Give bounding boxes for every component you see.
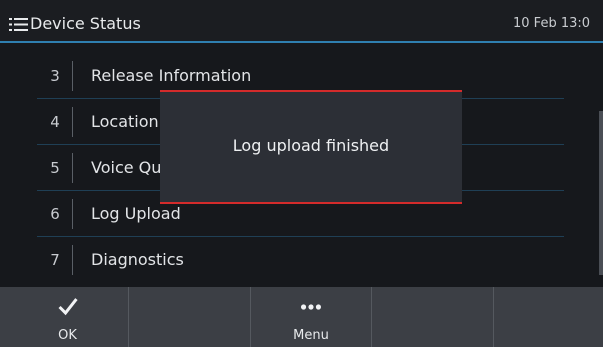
item-label: Diagnostics [91,250,184,269]
page-title: Device Status [30,14,141,33]
item-number: 7 [50,251,60,269]
item-separator [72,107,73,137]
menu-button[interactable]: Menu [251,287,372,347]
item-number: 4 [50,113,60,131]
item-number: 3 [50,67,60,85]
softkey-empty-5[interactable] [494,287,603,347]
item-separator [72,199,73,229]
item-label: Voice Qu [91,158,162,177]
softkey-label: OK [58,328,77,343]
header-bar: Device Status 10 Feb 13:0 [0,0,603,43]
item-separator [72,153,73,183]
more-dots-icon [300,304,322,310]
item-separator [72,61,73,91]
list-menu-icon[interactable] [9,17,28,32]
item-label: Location [91,112,159,131]
notification-popup: Log upload finished [160,90,462,204]
scrollbar[interactable] [599,111,603,275]
list-item-diagnostics[interactable]: 7 Diagnostics [37,237,564,283]
item-number: 6 [50,205,60,223]
checkmark-icon [58,298,78,316]
popup-message: Log upload finished [232,136,390,155]
date-time: 10 Feb 13:0 [513,16,591,31]
softkey-label: Menu [293,328,329,343]
item-separator [72,245,73,275]
ok-button[interactable]: OK [7,287,129,347]
softkey-bar: OK Menu [0,287,603,347]
item-number: 5 [50,159,60,177]
softkey-empty-4[interactable] [372,287,494,347]
softkey-empty-2[interactable] [129,287,251,347]
